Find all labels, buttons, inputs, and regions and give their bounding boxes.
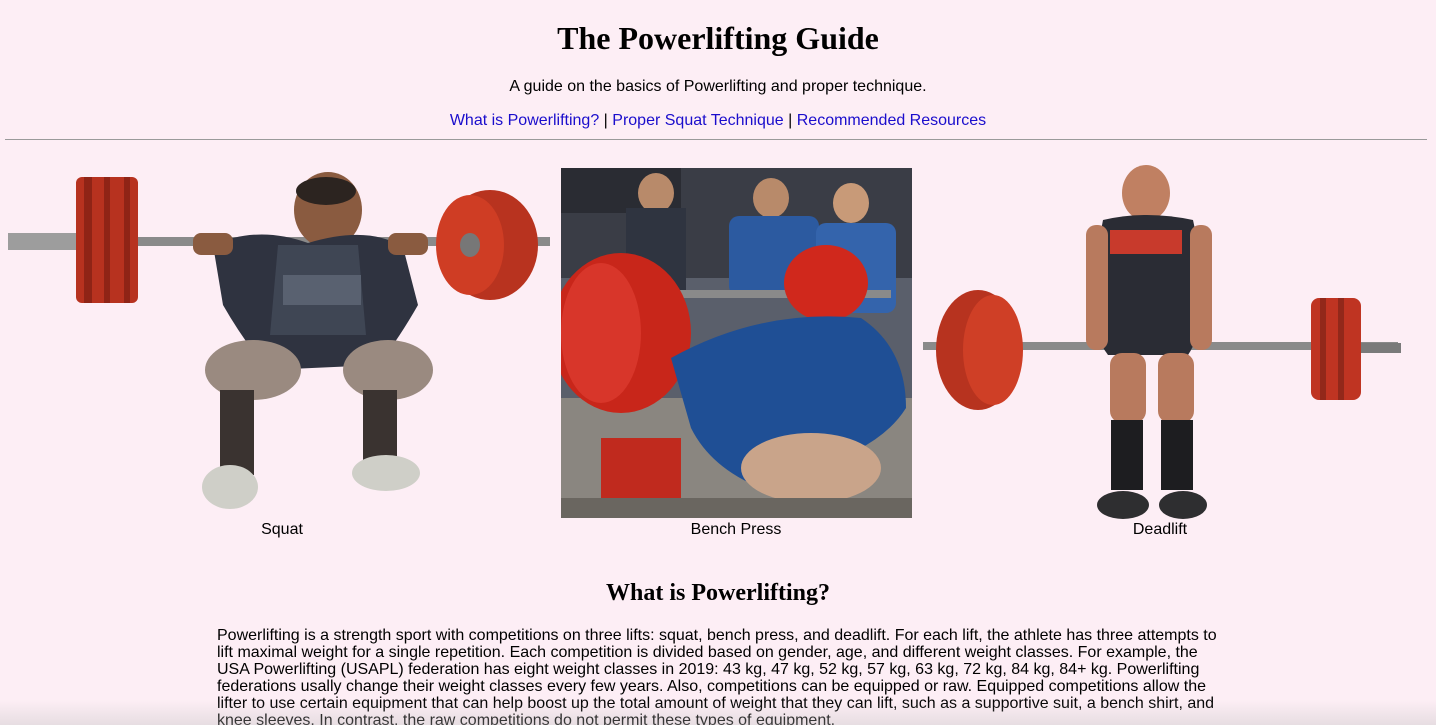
- lift-caption-squat: Squat: [261, 521, 303, 538]
- lift-caption-bench-press: Bench Press: [690, 521, 782, 538]
- top-nav: What is Powerlifting? | Proper Squat Tec…: [0, 111, 1436, 131]
- nav-separator: |: [603, 112, 608, 129]
- deadlift-photo: [918, 165, 1403, 520]
- nav-separator: |: [788, 112, 793, 129]
- header-divider: [5, 139, 1427, 140]
- lift-caption-deadlift: Deadlift: [1132, 521, 1188, 538]
- nav-link-squat-technique[interactable]: Proper Squat Technique: [612, 112, 783, 129]
- nav-link-recommended-resources[interactable]: Recommended Resources: [797, 112, 986, 129]
- bench-press-photo: [561, 168, 912, 518]
- section-heading-what-is-powerlifting: What is Powerlifting?: [606, 580, 830, 606]
- page-title: The Powerlifting Guide: [557, 20, 879, 56]
- squat-photo: [8, 165, 553, 517]
- section-paragraph: Powerlifting is a strength sport with co…: [217, 627, 1217, 725]
- page-tagline: A guide on the basics of Powerlifting an…: [509, 78, 927, 95]
- nav-link-what-is-powerlifting[interactable]: What is Powerlifting?: [450, 112, 599, 129]
